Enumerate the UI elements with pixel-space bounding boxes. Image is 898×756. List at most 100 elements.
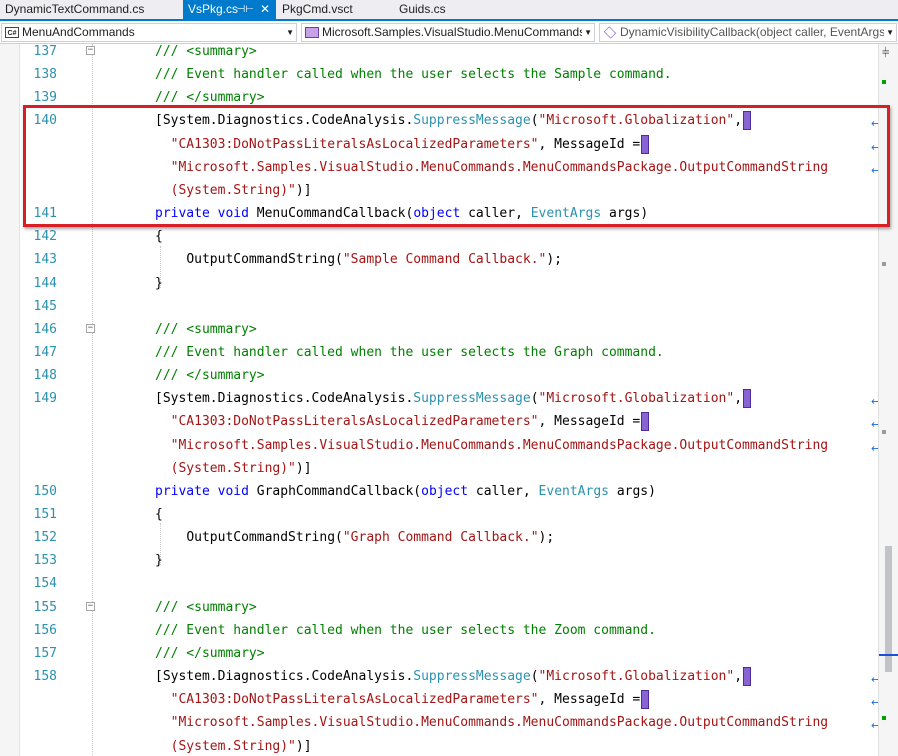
code-text: (System.String)")] <box>155 457 312 480</box>
code-line[interactable]: 154 <box>20 572 870 595</box>
code-text: /// </summary> <box>155 364 265 387</box>
code-line[interactable]: 155 − /// <summary> <box>20 596 870 619</box>
code-line[interactable]: (System.String)")] <box>20 457 870 480</box>
code-token: OutputCommandString( <box>186 530 343 546</box>
tab-label: VsPkg.cs <box>188 2 239 16</box>
code-line[interactable]: "CA1303:DoNotPassLiteralsAsLocalizedPara… <box>20 688 880 711</box>
change-marker <box>882 80 886 84</box>
code-token: ( <box>530 391 539 407</box>
member-label: DynamicVisibilityCallback(object caller,… <box>620 25 886 39</box>
code-token: SuppressMessage <box>413 669 531 685</box>
code-token: "CA1303:DoNotPassLiteralsAsLocalizedPara… <box>170 692 539 708</box>
code-line[interactable]: 142 { <box>20 225 870 248</box>
split-window-icon[interactable]: ⫩ <box>882 46 889 59</box>
code-line[interactable]: 157 /// </summary> <box>20 642 870 665</box>
line-number: 153 <box>33 553 57 569</box>
code-text: /// <summary> <box>155 44 257 63</box>
chevron-down-icon: ▼ <box>582 24 592 41</box>
code-text: /// <summary> <box>155 318 257 341</box>
code-token: /// <summary> <box>155 321 257 337</box>
tab-vspkg[interactable]: VsPkg.cs ⊣⊢ ✕ <box>183 0 276 19</box>
code-line[interactable]: 143 OutputCommandString("Sample Command … <box>20 248 870 271</box>
code-text: OutputCommandString("Sample Command Call… <box>155 248 562 271</box>
code-line[interactable]: 137 − /// <summary> <box>20 44 870 63</box>
code-token: OutputCommandString( <box>186 252 343 268</box>
line-number: 149 <box>33 391 57 407</box>
line-number: 147 <box>33 344 57 360</box>
code-line[interactable]: 151 { <box>20 503 870 526</box>
code-line[interactable]: "Microsoft.Samples.VisualStudio.MenuComm… <box>20 711 881 734</box>
code-token: /// Event handler called when the user s… <box>155 622 656 638</box>
tab-label: Guids.cs <box>399 2 446 16</box>
change-marker <box>882 262 886 266</box>
pin-icon[interactable]: ⊣⊢ <box>237 0 254 19</box>
code-line[interactable]: (System.String)")] <box>20 735 870 756</box>
project-dropdown[interactable]: C# MenuAndCommands ▼ <box>1 23 297 42</box>
code-text: /// Event handler called when the user s… <box>155 341 664 364</box>
code-text: "Microsoft.Samples.VisualStudio.MenuComm… <box>155 434 828 457</box>
code-token: , <box>734 669 743 685</box>
code-token: , MessageId = <box>538 692 641 708</box>
code-text: "Microsoft.Samples.VisualStudio.MenuComm… <box>155 711 828 734</box>
code-line[interactable]: 149 [System.Diagnostics.CodeAnalysis.Supp… <box>20 387 880 410</box>
code-token: "Microsoft.Samples.VisualStudio.MenuComm… <box>170 437 829 453</box>
chevron-down-icon: ▼ <box>284 24 294 41</box>
code-text: /// Event handler called when the user s… <box>155 63 672 86</box>
line-number: 152 <box>33 530 57 546</box>
chevron-down-icon: ▼ <box>884 24 894 41</box>
code-line[interactable]: 147 /// Event handler called when the use… <box>20 341 870 364</box>
code-line[interactable]: 145 <box>20 295 870 318</box>
code-text: [System.Diagnostics.CodeAnalysis.Suppres… <box>155 665 752 688</box>
code-line[interactable]: 156 /// Event handler called when the use… <box>20 619 870 642</box>
line-number: 148 <box>33 368 57 384</box>
code-line[interactable]: "CA1303:DoNotPassLiteralsAsLocalizedPara… <box>20 410 880 433</box>
type-dropdown[interactable]: Microsoft.Samples.VisualStudio.MenuComma… <box>301 23 595 42</box>
code-text: (System.String)")] <box>155 735 312 756</box>
line-break-marker <box>641 412 650 432</box>
code-token: args) <box>609 483 656 499</box>
code-token: "Microsoft.Samples.VisualStudio.MenuComm… <box>170 715 829 731</box>
code-token: ( <box>530 669 539 685</box>
change-marker <box>882 430 886 434</box>
code-text: } <box>155 272 163 295</box>
code-token: } <box>155 553 163 569</box>
code-token: (System.String)" <box>170 460 296 476</box>
indicator-margin <box>0 44 20 756</box>
code-text: } <box>155 549 163 572</box>
member-dropdown[interactable]: DynamicVisibilityCallback(object caller,… <box>599 23 897 42</box>
line-number: 138 <box>33 67 57 83</box>
code-line[interactable]: "Microsoft.Samples.VisualStudio.MenuComm… <box>20 434 881 457</box>
code-line[interactable]: 146 − /// <summary> <box>20 318 870 341</box>
code-text: [System.Diagnostics.CodeAnalysis.Suppres… <box>155 387 752 410</box>
code-line[interactable]: 153} <box>20 549 870 572</box>
csharp-project-icon: C# <box>5 27 19 39</box>
close-icon[interactable]: ✕ <box>260 0 270 19</box>
line-break-marker <box>743 667 752 687</box>
class-icon <box>305 27 319 39</box>
code-token: [System.Diagnostics.CodeAnalysis. <box>155 391 414 407</box>
code-line[interactable]: 144} <box>20 272 870 295</box>
code-token: ); <box>538 530 555 546</box>
code-line[interactable]: 148 /// </summary> <box>20 364 870 387</box>
highlight-annotation-box <box>23 105 890 227</box>
code-line[interactable]: 152 OutputCommandString("Graph Command C… <box>20 526 870 549</box>
line-number: 150 <box>33 483 57 499</box>
tab-pkgcmd-vsct[interactable]: PkgCmd.vsct <box>277 0 391 19</box>
code-token: } <box>155 275 163 291</box>
code-token: /// </summary> <box>155 368 265 384</box>
tab-dynamic-text-command[interactable]: DynamicTextCommand.cs <box>0 0 183 19</box>
caret-position-marker <box>879 654 898 656</box>
code-line[interactable]: 138 /// Event handler called when the use… <box>20 63 870 86</box>
code-line[interactable]: 150 private void GraphCommandCallback(obj… <box>20 480 870 503</box>
code-token: , <box>734 391 743 407</box>
change-marker <box>882 716 886 720</box>
collapse-icon[interactable]: − <box>86 46 95 55</box>
code-line[interactable]: 158 [System.Diagnostics.CodeAnalysis.Supp… <box>20 665 880 688</box>
code-text: "CA1303:DoNotPassLiteralsAsLocalizedPara… <box>155 410 650 433</box>
tab-guids-cs[interactable]: Guids.cs <box>394 0 464 19</box>
collapse-icon[interactable]: − <box>86 601 95 611</box>
collapse-icon[interactable]: − <box>86 323 95 333</box>
